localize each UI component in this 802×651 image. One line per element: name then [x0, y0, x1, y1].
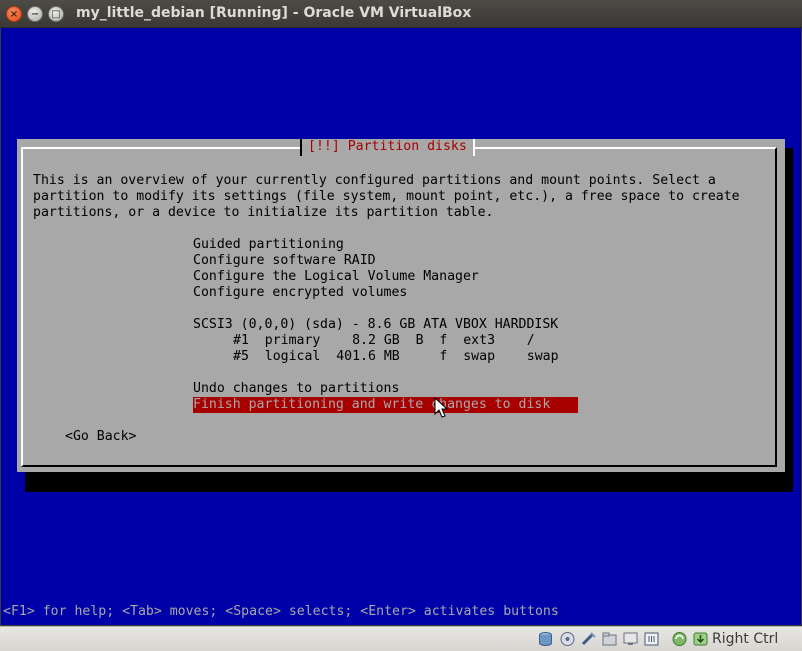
intro-line: This is an overview of your currently co… — [33, 173, 716, 188]
partition-dialog: [!!] Partition disks This is an overview… — [17, 139, 785, 472]
close-button[interactable]: × — [6, 6, 22, 22]
menu-configure-encrypted[interactable]: Configure encrypted volumes — [193, 285, 407, 301]
menu-guided-partitioning[interactable]: Guided partitioning — [193, 237, 344, 253]
vm-screen[interactable]: [!!] Partition disks This is an overview… — [1, 28, 801, 625]
usb-icon[interactable] — [580, 631, 597, 647]
optical-drive-icon[interactable] — [559, 631, 576, 647]
partition-5[interactable]: #5 logical 401.6 MB f swap swap — [233, 349, 559, 365]
menu-finish-partitioning[interactable]: Finish partitioning and write changes to… — [193, 397, 578, 413]
vm-statusbar: Right Ctrl — [0, 626, 802, 651]
disk-sda[interactable]: SCSI3 (0,0,0) (sda) - 8.6 GB ATA VBOX HA… — [193, 317, 558, 333]
maximize-button[interactable]: □ — [48, 6, 64, 22]
menu-configure-lvm[interactable]: Configure the Logical Volume Manager — [193, 269, 479, 285]
host-key-icon[interactable] — [692, 631, 709, 647]
help-bar: <F1> for help; <Tab> moves; <Space> sele… — [3, 604, 559, 619]
intro-line: partitions, or a device to initialize it… — [33, 205, 494, 220]
host-key-label: Right Ctrl — [712, 631, 779, 647]
menu-configure-raid[interactable]: Configure software RAID — [193, 253, 376, 269]
network-icon[interactable] — [643, 631, 660, 647]
dialog-title: [!!] Partition disks — [300, 139, 475, 156]
hard-disk-icon[interactable] — [537, 631, 554, 647]
display-icon[interactable] — [622, 631, 639, 647]
mouse-pointer-icon — [434, 397, 448, 418]
menu-undo-changes[interactable]: Undo changes to partitions — [193, 381, 399, 397]
shared-folders-icon[interactable] — [601, 631, 618, 647]
mouse-integration-icon[interactable] — [671, 631, 688, 647]
window-titlebar[interactable]: × − □ my_little_debian [Running] - Oracl… — [0, 0, 802, 28]
intro-line: partition to modify its settings (file s… — [33, 189, 740, 204]
partition-1[interactable]: #1 primary 8.2 GB B f ext3 / — [233, 333, 535, 349]
window-title: my_little_debian [Running] - Oracle VM V… — [76, 5, 472, 21]
go-back-button[interactable]: <Go Back> — [65, 429, 136, 445]
minimize-button[interactable]: − — [27, 6, 43, 22]
